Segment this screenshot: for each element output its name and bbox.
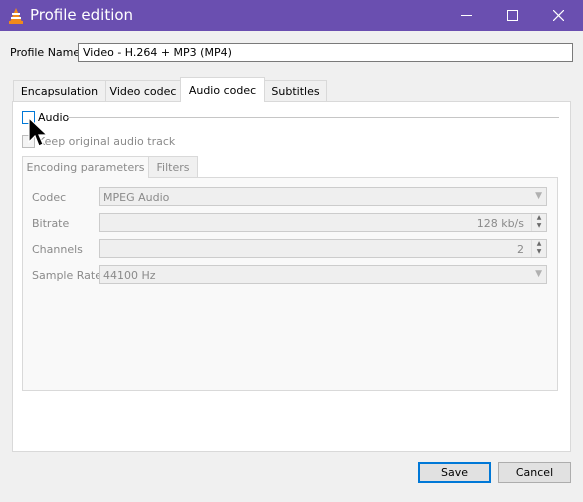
spin-down-icon[interactable]: ▼ — [532, 248, 546, 256]
channels-label: Channels — [32, 243, 83, 256]
sample-rate-label: Sample Rate — [32, 269, 102, 282]
tab-audio-codec[interactable]: Audio codec — [180, 77, 265, 102]
bitrate-spinbox[interactable]: 128 kb/s ▲ ▼ — [99, 213, 547, 232]
spin-up-icon[interactable]: ▲ — [532, 214, 546, 222]
bitrate-label: Bitrate — [32, 217, 70, 230]
mouse-pointer-icon — [28, 117, 48, 147]
chevron-down-icon: ▼ — [535, 269, 542, 279]
profile-name-label: Profile Name — [10, 46, 81, 59]
cancel-button[interactable]: Cancel — [498, 462, 571, 483]
group-divider — [67, 117, 559, 118]
sample-rate-select[interactable]: 44100 Hz ▼ — [99, 265, 547, 284]
subtab-encoding-parameters[interactable]: Encoding parameters — [22, 156, 149, 178]
close-button[interactable] — [535, 0, 581, 31]
maximize-button[interactable] — [489, 0, 535, 31]
channels-spin-buttons: ▲ ▼ — [531, 240, 546, 257]
profile-name-input[interactable]: Video - H.264 + MP3 (MP4) — [78, 43, 573, 62]
chevron-down-icon: ▼ — [535, 191, 542, 201]
tab-subtitles[interactable]: Subtitles — [264, 80, 327, 102]
sample-rate-value: 44100 Hz — [103, 269, 156, 282]
window-title: Profile edition — [30, 6, 134, 24]
tab-encapsulation[interactable]: Encapsulation — [13, 80, 106, 102]
maximize-icon — [506, 10, 518, 21]
bitrate-spin-buttons: ▲ ▼ — [531, 214, 546, 231]
vlc-cone-icon — [9, 8, 23, 24]
subtab-filters[interactable]: Filters — [148, 156, 198, 177]
channels-spinbox[interactable]: 2 ▲ ▼ — [99, 239, 547, 258]
bitrate-value: 128 kb/s — [476, 217, 524, 230]
close-icon — [552, 10, 564, 21]
encoding-parameters-pane — [22, 177, 558, 391]
codec-value: MPEG Audio — [103, 191, 170, 204]
minimize-button[interactable] — [443, 0, 489, 31]
codec-select[interactable]: MPEG Audio ▼ — [99, 187, 547, 206]
tab-video-codec[interactable]: Video codec — [105, 80, 181, 102]
spin-down-icon[interactable]: ▼ — [532, 222, 546, 230]
save-button[interactable]: Save — [418, 462, 491, 483]
channels-value: 2 — [517, 243, 524, 256]
minimize-icon — [460, 15, 472, 16]
spin-up-icon[interactable]: ▲ — [532, 240, 546, 248]
codec-label: Codec — [32, 191, 67, 204]
title-bar: Profile edition — [0, 0, 583, 31]
keep-original-label: Keep original audio track — [38, 135, 176, 148]
